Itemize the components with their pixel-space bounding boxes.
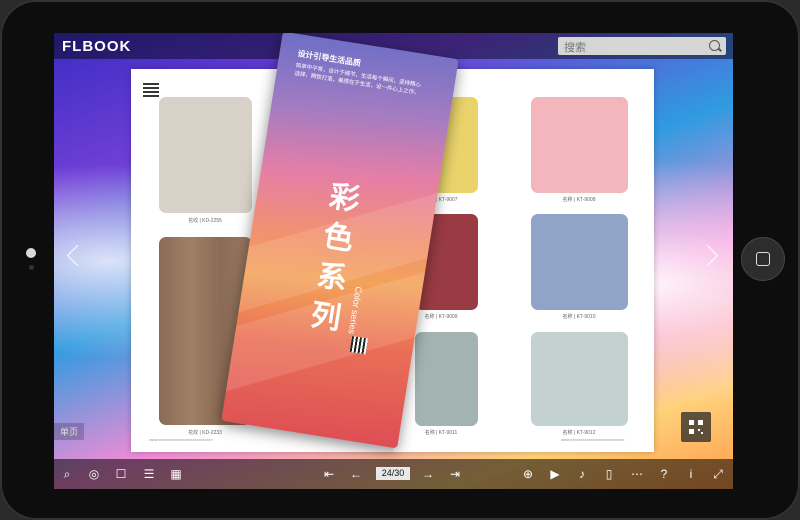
swatch-caption: 名称 | KT-9011 bbox=[424, 430, 458, 436]
swatch-caption: 名称 | KT-9010 bbox=[562, 314, 596, 320]
home-button[interactable] bbox=[741, 237, 785, 281]
book-icon[interactable]: ▯ bbox=[601, 466, 617, 482]
sensor bbox=[29, 265, 34, 270]
grid-icon[interactable]: ▦ bbox=[168, 466, 184, 482]
qr-share-button[interactable] bbox=[681, 412, 711, 442]
search-input[interactable]: 搜索 bbox=[558, 37, 726, 55]
next-page-arrow-icon[interactable] bbox=[696, 244, 719, 267]
document-icon[interactable]: ☰ bbox=[141, 466, 157, 482]
qr-code-icon bbox=[349, 336, 368, 355]
swatch-kd-2255 bbox=[159, 97, 252, 213]
zoom-in-icon[interactable]: ⊕ bbox=[520, 466, 536, 482]
swatch-caption: 花纹 | KD-2255 bbox=[188, 218, 222, 224]
swatch-caption: 名称 | KT-9012 bbox=[562, 430, 596, 436]
play-icon[interactable]: ▶ bbox=[547, 466, 563, 482]
page-footer: www.xxxxxxxxxxxxxxxxxxxxxxxxxxx bbox=[561, 437, 625, 442]
search-icon[interactable] bbox=[709, 40, 720, 51]
swatch-kt-9012 bbox=[531, 332, 628, 426]
bottom-toolbar: ⌕ ◎ ☐ ☰ ▦ ⇤ ← 24/30 → ⇥ ⊕ ▶ ♪ ▯ ⋯ ? i ⤢ bbox=[54, 459, 733, 489]
camera bbox=[26, 248, 36, 258]
next-page-icon[interactable]: → bbox=[420, 466, 436, 482]
single-page-badge[interactable]: 单页 bbox=[54, 423, 85, 440]
share-icon[interactable]: ⋯ bbox=[629, 466, 645, 482]
app-logo[interactable]: FLBOOK bbox=[62, 38, 131, 55]
first-page-icon[interactable]: ⇤ bbox=[321, 466, 337, 482]
page-indicator[interactable]: 24/30 bbox=[376, 467, 410, 480]
qr-code-icon bbox=[689, 420, 703, 434]
info-icon[interactable]: i bbox=[683, 466, 699, 482]
qr-code-icon bbox=[143, 81, 159, 97]
swatch-caption: 花纹 | KD-2233 bbox=[188, 430, 222, 436]
swatch-kt-9008 bbox=[531, 97, 628, 193]
prev-page-arrow-icon[interactable] bbox=[66, 244, 89, 267]
search-placeholder: 搜索 bbox=[564, 42, 586, 54]
help-icon[interactable]: ? bbox=[656, 466, 672, 482]
swatch-kt-9010 bbox=[531, 214, 628, 310]
sound-icon[interactable]: ♪ bbox=[574, 466, 590, 482]
flipbook-screen: FLBOOK 搜索 花纹 | KD-2255 花纹 | KD-2233 www.… bbox=[54, 33, 733, 489]
globe-icon[interactable]: ◎ bbox=[86, 466, 102, 482]
comment-icon[interactable]: ☐ bbox=[113, 466, 129, 482]
prev-page-icon[interactable]: ← bbox=[348, 466, 364, 482]
page-footer: www.xxxxxxxxxxxxxxxxxxxxxxxxxxx bbox=[149, 437, 213, 442]
tablet-frame: FLBOOK 搜索 花纹 | KD-2255 花纹 | KD-2233 www.… bbox=[0, 0, 800, 520]
last-page-icon[interactable]: ⇥ bbox=[447, 466, 463, 482]
swatch-caption: 名称 | KT-9008 bbox=[562, 197, 596, 203]
home-icon bbox=[756, 252, 770, 266]
swatch-kt-9011 bbox=[415, 332, 478, 426]
search-icon[interactable]: ⌕ bbox=[59, 466, 75, 482]
fullscreen-icon[interactable]: ⤢ bbox=[710, 466, 726, 482]
